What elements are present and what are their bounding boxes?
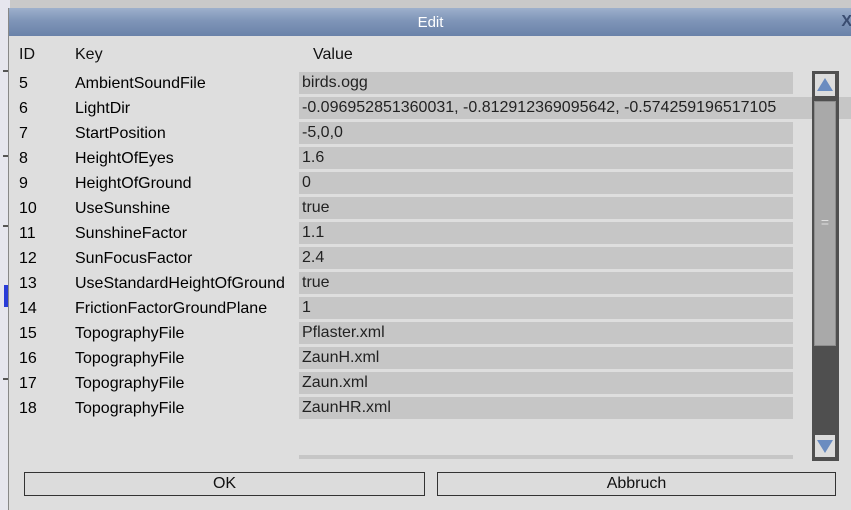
table-row[interactable]: 8 HeightOfEyes 1.6 — [9, 146, 812, 171]
row-value-field[interactable]: 2.4 — [299, 247, 793, 269]
row-value-field[interactable]: true — [299, 272, 793, 294]
close-icon[interactable]: X — [841, 13, 851, 31]
cancel-button[interactable]: Abbruch — [437, 472, 836, 496]
scroll-down-button[interactable] — [815, 435, 835, 457]
row-value-field[interactable]: 0 — [299, 172, 793, 194]
column-header-value[interactable]: Value — [313, 46, 353, 64]
row-key: TopographyFile — [75, 325, 185, 342]
scroll-thumb[interactable]: = — [814, 101, 836, 346]
table-row[interactable]: 11 SunshineFactor 1.1 — [9, 221, 812, 246]
table-row[interactable]: 15 TopographyFile Pflaster.xml — [9, 321, 812, 346]
column-header-key[interactable]: Key — [75, 46, 103, 64]
value-field-partial[interactable] — [299, 455, 793, 459]
table-row[interactable]: 9 HeightOfGround 0 — [9, 171, 812, 196]
row-key: SunFocusFactor — [75, 250, 193, 267]
row-id: 13 — [19, 275, 37, 292]
row-value-field[interactable]: 1 — [299, 297, 793, 319]
row-id: 16 — [19, 350, 37, 367]
row-id: 10 — [19, 200, 37, 217]
table-header: ID Key Value — [9, 44, 851, 68]
row-id: 18 — [19, 400, 37, 417]
row-id: 7 — [19, 125, 28, 142]
row-value-field[interactable]: ZaunH.xml — [299, 347, 793, 369]
row-key: AmbientSoundFile — [75, 75, 206, 92]
row-key: StartPosition — [75, 125, 166, 142]
row-id: 8 — [19, 150, 28, 167]
scroll-grip-icon: = — [820, 214, 830, 230]
row-id: 11 — [19, 225, 36, 242]
row-key: TopographyFile — [75, 375, 185, 392]
table-row[interactable]: 17 TopographyFile Zaun.xml — [9, 371, 812, 396]
row-key: UseSunshine — [75, 200, 171, 217]
row-id: 12 — [19, 250, 37, 267]
row-key: SunshineFactor — [75, 225, 188, 242]
row-id: 17 — [19, 375, 37, 392]
row-id: 14 — [19, 300, 37, 317]
ok-button[interactable]: OK — [24, 472, 425, 496]
scroll-up-button[interactable] — [815, 74, 835, 96]
table-body: 5 AmbientSoundFile birds.ogg 6 LightDir -0.09… — [9, 71, 851, 421]
triangle-up-icon — [817, 78, 833, 91]
table-row[interactable]: 13 UseStandardHeightOfGround true — [9, 271, 812, 296]
row-id: 9 — [19, 175, 28, 192]
row-value-field[interactable]: -5,0,0 — [299, 122, 793, 144]
row-key: TopographyFile — [75, 400, 185, 417]
row-key: HeightOfEyes — [75, 150, 174, 167]
table-row[interactable]: 7 StartPosition -5,0,0 — [9, 121, 812, 146]
table-row[interactable]: 16 TopographyFile ZaunH.xml — [9, 346, 812, 371]
edit-dialog: Edit X ID Key Value 5 AmbientSoundFile bir… — [8, 8, 851, 510]
row-value-field[interactable]: 1.6 — [299, 147, 793, 169]
dialog-title: Edit — [417, 14, 444, 31]
row-key: UseStandardHeightOfGround — [75, 275, 285, 292]
table-row[interactable]: 5 AmbientSoundFile birds.ogg — [9, 71, 812, 96]
table-row[interactable]: 6 LightDir -0.096952851360031, -0.81291236… — [9, 96, 851, 121]
table-row[interactable]: 10 UseSunshine true — [9, 196, 812, 221]
vertical-scrollbar[interactable]: = — [812, 71, 839, 461]
table-row[interactable]: 18 TopographyFile ZaunHR.xml — [9, 396, 812, 421]
row-value-field[interactable]: birds.ogg — [299, 72, 793, 94]
row-value-field[interactable]: true — [299, 197, 793, 219]
column-header-id[interactable]: ID — [19, 46, 35, 64]
row-id: 15 — [19, 325, 37, 342]
row-value-field[interactable]: -0.096952851360031, -0.812912369095642, … — [299, 97, 851, 119]
row-value-field[interactable]: ZaunHR.xml — [299, 397, 793, 419]
row-value-field[interactable]: Zaun.xml — [299, 372, 793, 394]
row-key: LightDir — [75, 100, 131, 117]
row-value-field[interactable]: 1.1 — [299, 222, 793, 244]
triangle-down-icon — [817, 440, 833, 453]
row-id: 5 — [19, 75, 28, 92]
table-row[interactable]: 14 FrictionFactorGroundPlane 1 — [9, 296, 812, 321]
row-key: HeightOfGround — [75, 175, 192, 192]
row-value-field[interactable]: Pflaster.xml — [299, 322, 793, 344]
dialog-titlebar[interactable]: Edit X — [9, 8, 851, 36]
table-row[interactable]: 12 SunFocusFactor 2.4 — [9, 246, 812, 271]
row-key: FrictionFactorGroundPlane — [75, 300, 268, 317]
row-id: 6 — [19, 100, 28, 117]
row-key: TopographyFile — [75, 350, 185, 367]
